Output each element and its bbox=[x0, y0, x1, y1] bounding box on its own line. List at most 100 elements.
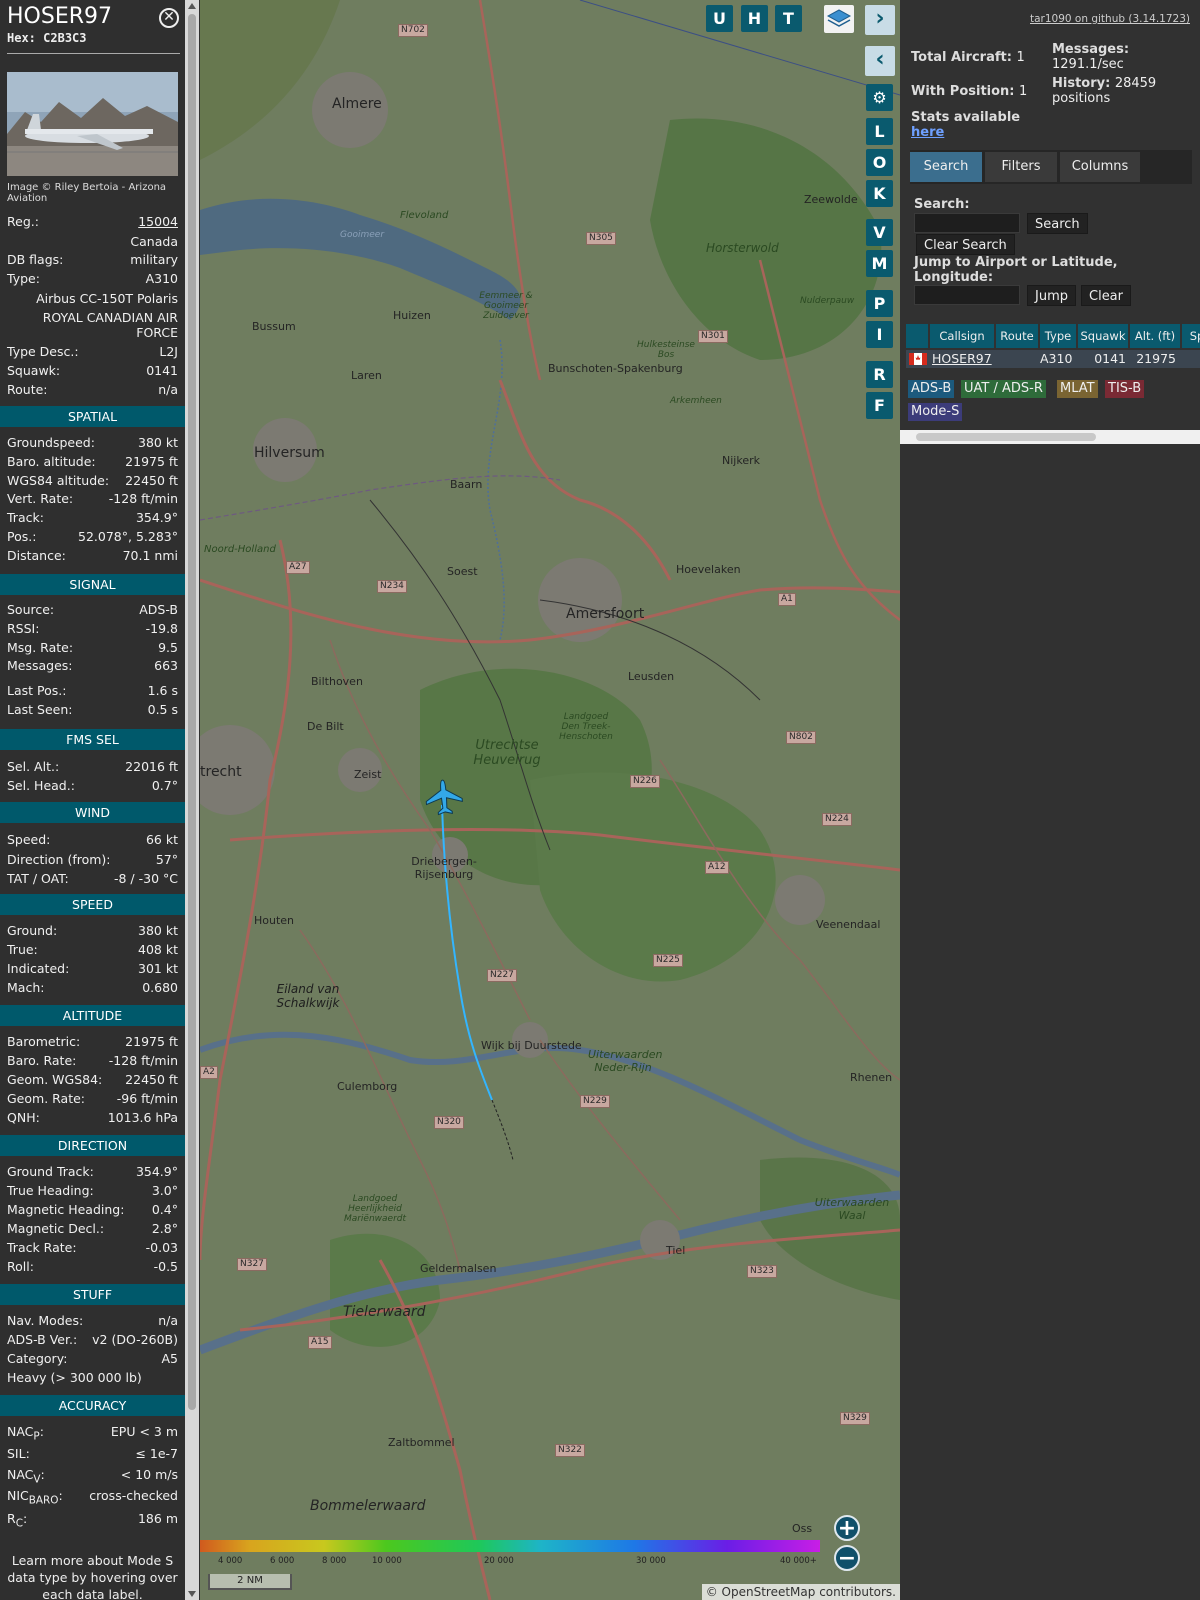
map-button-o[interactable]: O bbox=[866, 149, 893, 176]
stats-here-link[interactable]: here bbox=[911, 125, 944, 140]
map-button-v[interactable]: V bbox=[866, 219, 893, 246]
place-label: Amersfoort bbox=[566, 606, 645, 622]
divider bbox=[7, 53, 180, 54]
spatial-row: Track: 354.9° bbox=[7, 510, 178, 526]
jump-input[interactable] bbox=[914, 285, 1020, 305]
direction-row: Ground Track: 354.9° bbox=[7, 1164, 178, 1179]
map-button-i[interactable]: I bbox=[866, 321, 893, 348]
aircraft-list-panel: tar1090 on github (3.14.1723) Total Airc… bbox=[900, 0, 1200, 1600]
collapse-left-icon[interactable]: ‹ bbox=[865, 46, 895, 76]
place-label: Uiterwaarden Neder-Rijn bbox=[588, 1048, 663, 1074]
type-name: Airbus CC-150T Polaris bbox=[36, 291, 178, 306]
road-shield: N320 bbox=[434, 1116, 464, 1129]
signal-row: Msg. Rate: 9.5 bbox=[7, 639, 178, 655]
road-shield: N329 bbox=[840, 1412, 870, 1425]
wind-row: TAT / OAT: -8 / -30 °C bbox=[7, 871, 178, 886]
rc-row: RC: 186 m bbox=[7, 1511, 178, 1530]
map-button-h[interactable]: H bbox=[741, 5, 768, 32]
country: Canada bbox=[130, 234, 178, 249]
section-spatial: SPATIAL bbox=[0, 406, 185, 427]
place-label: Bommelerwaard bbox=[310, 1498, 426, 1514]
aircraft-photo[interactable] bbox=[7, 72, 178, 176]
source-chip-mlat: MLAT bbox=[1057, 380, 1098, 398]
road-shield: N323 bbox=[747, 1265, 777, 1278]
zoom-in-button[interactable]: + bbox=[834, 1515, 860, 1541]
panel-tabs: Search Filters Columns bbox=[910, 150, 1192, 184]
map-button-u[interactable]: U bbox=[706, 5, 733, 32]
table-hscrollbar[interactable] bbox=[900, 430, 1200, 444]
map-button-k[interactable]: K bbox=[866, 180, 893, 207]
place-label: Geldermalsen bbox=[420, 1262, 497, 1275]
close-icon[interactable]: ✕ bbox=[159, 8, 179, 28]
place-label: Zaltbommel bbox=[388, 1436, 455, 1449]
altitude-row: QNH: 1013.6 hPa bbox=[7, 1110, 178, 1125]
search-button[interactable]: Search bbox=[1027, 213, 1088, 234]
settings-gear-icon[interactable]: ⚙ bbox=[866, 84, 893, 111]
clear-search-button[interactable]: Clear Search bbox=[916, 234, 1015, 255]
github-link[interactable]: tar1090 on github (3.14.1723) bbox=[1030, 13, 1190, 25]
road-shield: N327 bbox=[237, 1258, 267, 1271]
reg-link[interactable]: 15004 bbox=[138, 213, 178, 231]
place-label: Hoevelaken bbox=[676, 563, 741, 576]
col-route[interactable]: Route bbox=[996, 324, 1038, 348]
expand-right-icon[interactable]: › bbox=[865, 5, 895, 35]
place-label: Houten bbox=[254, 914, 295, 927]
map-button-r[interactable]: R bbox=[866, 361, 893, 388]
place-label: De Bilt bbox=[307, 720, 344, 733]
speed-row: Indicated: 301 kt bbox=[7, 961, 178, 976]
road-shield: N229 bbox=[580, 1095, 610, 1108]
tab-columns[interactable]: Columns bbox=[1060, 152, 1140, 182]
map-button-p[interactable]: P bbox=[866, 290, 893, 317]
search-input[interactable] bbox=[914, 213, 1020, 233]
layers-icon[interactable] bbox=[824, 5, 854, 33]
place-label: Zeewolde bbox=[804, 193, 858, 206]
col-altitude[interactable]: Alt. (ft) bbox=[1130, 324, 1180, 348]
source-chip-modes: Mode-S bbox=[908, 403, 963, 421]
scroll-down-arrow-icon[interactable] bbox=[188, 1591, 196, 1597]
spatial-row: Baro. altitude: 21975 ft bbox=[7, 453, 178, 469]
direction-row: Track Rate: -0.03 bbox=[7, 1240, 178, 1255]
row-callsign[interactable]: HOSER97 bbox=[932, 350, 994, 368]
scroll-up-arrow-icon[interactable] bbox=[188, 3, 196, 9]
col-type[interactable]: Type bbox=[1040, 324, 1076, 348]
map-view[interactable]: 4 000 6 000 8 000 10 000 20 000 30 000 4… bbox=[200, 0, 900, 1600]
map-attribution: © OpenStreetMap contributors. bbox=[701, 1584, 900, 1600]
route-row: Route: n/a bbox=[7, 382, 178, 397]
place-label: Oss bbox=[792, 1522, 813, 1535]
jump-button[interactable]: Jump bbox=[1027, 285, 1076, 306]
altitude-color-legend bbox=[200, 1540, 820, 1552]
wind-row: Speed: 66 kt bbox=[7, 832, 178, 847]
history: History: 28459 positions bbox=[1052, 76, 1157, 106]
map-button-f[interactable]: F bbox=[866, 392, 893, 419]
spatial-row: WGS84 altitude: 22450 ft bbox=[7, 472, 178, 488]
place-label: Veenendaal bbox=[816, 918, 881, 931]
osm-link[interactable]: OpenStreetMap bbox=[722, 1585, 816, 1599]
dbflags-row: DB flags: military bbox=[7, 252, 178, 267]
aircraft-marker-icon[interactable] bbox=[424, 778, 464, 818]
source-chip-adsb: ADS-B bbox=[908, 380, 955, 398]
map-button-m[interactable]: M bbox=[866, 250, 893, 277]
row-altitude: 21975 bbox=[1136, 351, 1176, 366]
hover-note: Learn more about Mode S data type by hov… bbox=[7, 1553, 178, 1600]
map-button-t[interactable]: T bbox=[775, 5, 802, 32]
info-panel-scrollbar[interactable] bbox=[185, 0, 199, 1600]
hscroll-thumb[interactable] bbox=[916, 433, 1096, 441]
col-callsign[interactable]: Callsign bbox=[930, 324, 994, 348]
map-button-l[interactable]: L bbox=[866, 118, 893, 145]
place-label: Nulderpauw bbox=[800, 296, 855, 306]
tab-filters[interactable]: Filters bbox=[985, 152, 1057, 182]
squawk-row: Squawk: 0141 bbox=[7, 363, 178, 378]
place-label: Hulkesteinse Bos bbox=[637, 340, 695, 360]
place-label: Noord-Holland bbox=[204, 544, 276, 555]
legend-label: 6 000 bbox=[270, 1556, 295, 1566]
row-type: A310 bbox=[1040, 351, 1073, 366]
col-squawk[interactable]: Squawk bbox=[1078, 324, 1128, 348]
col-speed[interactable]: Sp bbox=[1182, 324, 1200, 348]
clear-jump-button[interactable]: Clear bbox=[1081, 285, 1131, 306]
place-label: Soest bbox=[447, 565, 478, 578]
tab-search[interactable]: Search bbox=[910, 152, 982, 182]
scroll-thumb[interactable] bbox=[188, 14, 196, 1410]
scale-bar: 2 NM bbox=[208, 1574, 292, 1590]
zoom-out-button[interactable]: − bbox=[834, 1545, 860, 1571]
wind-row: Direction (from): 57° bbox=[7, 851, 178, 867]
